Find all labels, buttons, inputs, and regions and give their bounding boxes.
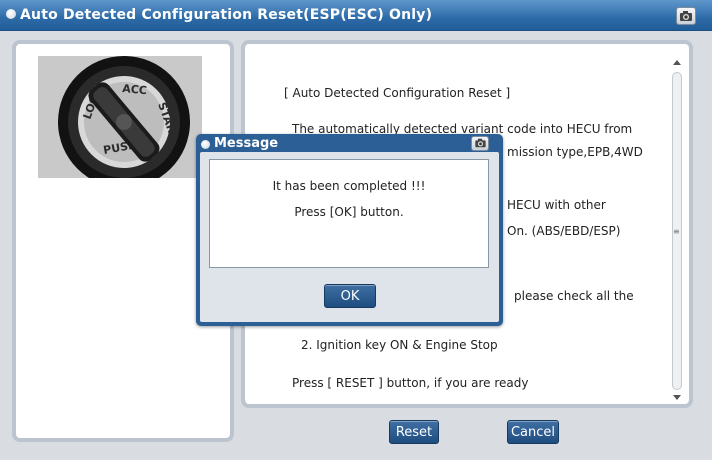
message-app-icon [201,140,210,149]
cancel-button[interactable]: Cancel [507,420,559,444]
instructions-footer: Press [ RESET ] button, if you are ready [292,376,529,390]
message-body: It has been completed !!! Press [OK] but… [200,152,499,322]
ignition-key-image: LOCK ACC START PUSH [38,56,202,178]
message-line-instruction: Press [OK] button. [294,205,404,219]
screenshot-button[interactable] [676,7,696,25]
message-line-completed: It has been completed !!! [272,179,426,193]
scroll-grip-icon[interactable]: ≡ [673,228,680,236]
instructions-line: mission type,EPB,4WD [507,145,643,159]
dialog-window: Auto Detected Configuration Reset(ESP(ES… [0,0,712,460]
window-title: Auto Detected Configuration Reset(ESP(ES… [20,7,433,23]
app-icon [6,9,16,19]
camera-icon [475,138,486,148]
message-screenshot-button[interactable] [471,136,489,151]
instructions-step: 2. Ignition key ON & Engine Stop [301,338,498,352]
message-dialog: Message It has been completed !!! Press … [196,134,503,326]
instructions-heading: [ Auto Detected Configuration Reset ] [284,86,511,100]
reset-button[interactable]: Reset [389,420,439,444]
scroll-up-arrow-icon[interactable] [673,60,681,65]
instructions-line: On. (ABS/EBD/ESP) [507,224,621,238]
scroll-down-arrow-icon[interactable] [673,395,681,400]
camera-icon [680,11,692,21]
ok-button[interactable]: OK [324,284,376,308]
message-title: Message [214,136,279,151]
instructions-line: please check all the [514,289,634,303]
message-text-box: It has been completed !!! Press [OK] but… [209,159,489,268]
title-bar: Auto Detected Configuration Reset(ESP(ES… [0,0,712,31]
vertical-scrollbar[interactable]: ≡ [670,56,684,402]
instructions-line: HECU with other [507,198,606,212]
key-label-acc: ACC [122,82,148,97]
